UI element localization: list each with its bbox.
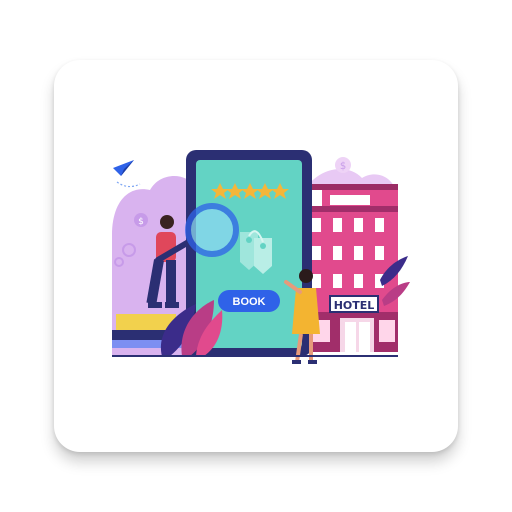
hotel-sign: HOTEL bbox=[329, 295, 379, 313]
hotel-sign-text: HOTEL bbox=[334, 299, 375, 312]
svg-text:$: $ bbox=[340, 161, 346, 172]
hotel-booking-illustration: $ $ HOTEL BOOK bbox=[112, 150, 410, 364]
paper-plane-icon bbox=[113, 160, 141, 188]
svg-text:$: $ bbox=[138, 217, 144, 227]
book-button-label: BOOK bbox=[233, 296, 266, 308]
book-button[interactable]: BOOK bbox=[218, 290, 280, 312]
